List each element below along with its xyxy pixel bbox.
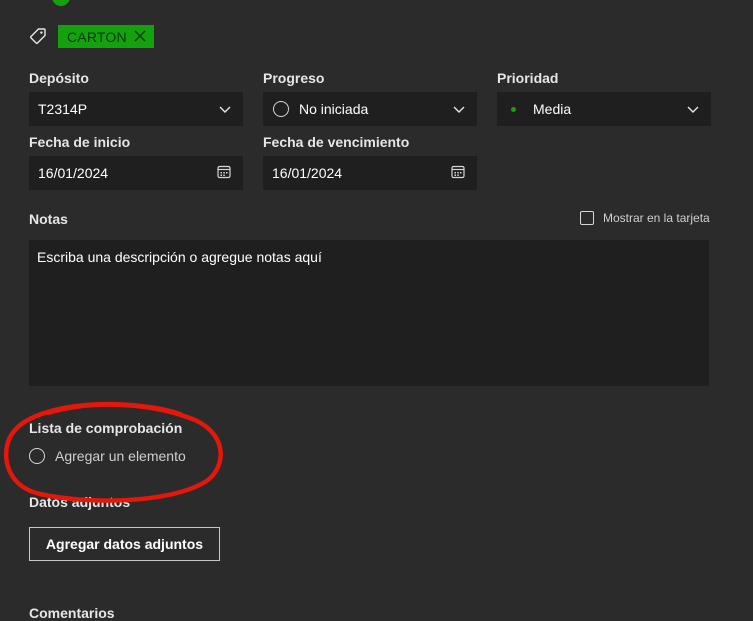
add-checklist-item[interactable]: Agregar un elemento bbox=[29, 448, 186, 464]
priority-value: Media bbox=[533, 101, 572, 117]
chevron-down-icon bbox=[687, 106, 699, 113]
tag-icon[interactable] bbox=[29, 27, 47, 45]
close-icon[interactable] bbox=[133, 29, 147, 43]
add-checklist-item-label: Agregar un elemento bbox=[55, 448, 186, 464]
attachments-label: Datos adjuntos bbox=[29, 494, 131, 510]
progress-label: Progreso bbox=[263, 70, 325, 86]
add-attachment-button-label: Agregar datos adjuntos bbox=[45, 536, 204, 552]
priority-dropdown[interactable]: Media bbox=[497, 92, 711, 126]
chevron-down-icon bbox=[219, 106, 231, 113]
top-status-dot bbox=[52, 0, 70, 6]
calendar-icon[interactable] bbox=[451, 165, 465, 179]
notes-placeholder: Escriba una descripción o agregue notas … bbox=[37, 249, 322, 265]
start-date-label: Fecha de inicio bbox=[29, 134, 131, 150]
show-on-card-label: Mostrar en la tarjeta bbox=[603, 211, 710, 225]
start-date-field[interactable]: 16/01/2024 bbox=[29, 156, 243, 190]
progress-dropdown[interactable]: No iniciada bbox=[263, 92, 477, 126]
add-attachment-button[interactable]: Agregar datos adjuntos bbox=[29, 527, 220, 561]
notes-textarea[interactable]: Escriba una descripción o agregue notas … bbox=[29, 240, 709, 386]
calendar-icon[interactable] bbox=[217, 165, 231, 179]
due-date-label: Fecha de vencimiento bbox=[263, 134, 410, 150]
show-on-card-checkbox[interactable] bbox=[580, 211, 594, 225]
priority-label: Prioridad bbox=[497, 70, 559, 86]
label-chip-carton[interactable]: CARTON bbox=[58, 25, 154, 48]
progress-value: No iniciada bbox=[299, 101, 369, 117]
bucket-dropdown[interactable]: T2314P bbox=[29, 92, 243, 126]
label-chip-text: CARTON bbox=[67, 28, 127, 45]
start-date-value: 16/01/2024 bbox=[38, 165, 109, 181]
not-started-circle-icon bbox=[273, 101, 289, 117]
bucket-value: T2314P bbox=[38, 101, 88, 117]
checklist-label: Lista de comprobación bbox=[29, 420, 183, 436]
bucket-label: Depósito bbox=[29, 70, 89, 86]
due-date-field[interactable]: 16/01/2024 bbox=[263, 156, 477, 190]
show-on-card-toggle[interactable]: Mostrar en la tarjeta bbox=[580, 211, 710, 225]
notes-label: Notas bbox=[29, 211, 68, 227]
empty-circle-icon bbox=[29, 448, 45, 464]
due-date-value: 16/01/2024 bbox=[272, 165, 343, 181]
chevron-down-icon bbox=[453, 106, 465, 113]
